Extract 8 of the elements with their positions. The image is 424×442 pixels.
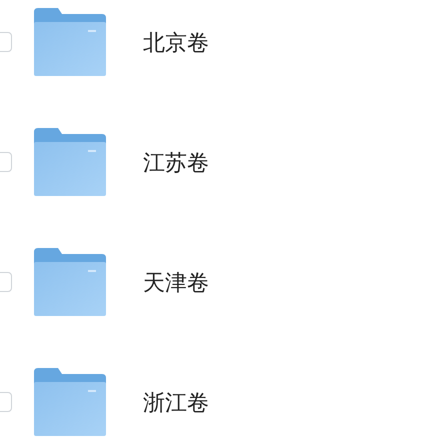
folder-name[interactable]: 天津卷 [143, 270, 209, 298]
folder-icon [34, 248, 106, 316]
folder-name[interactable]: 江苏卷 [143, 150, 209, 178]
folder-icon [34, 368, 106, 436]
folder-icon [34, 8, 106, 76]
folder-name[interactable]: 北京卷 [143, 30, 209, 58]
folder-name[interactable]: 浙江卷 [143, 390, 209, 418]
folder-icon [34, 128, 106, 196]
